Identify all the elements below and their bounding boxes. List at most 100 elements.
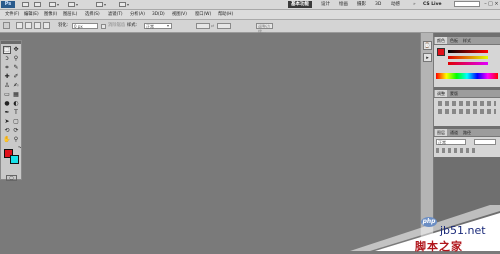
search-input[interactable] xyxy=(454,1,480,7)
subtract-selection-icon[interactable] xyxy=(34,22,41,29)
tab-swatches[interactable]: 色板 xyxy=(448,37,460,44)
adjustments-panel-body xyxy=(434,98,500,126)
blur-icon[interactable]: ● xyxy=(3,100,11,108)
maximize-icon[interactable]: □ xyxy=(488,1,493,7)
menu-analysis[interactable]: 分析(A) xyxy=(130,11,145,18)
path-selection-icon[interactable]: ➤ xyxy=(3,118,11,126)
photoshop-logo: Ps xyxy=(1,1,15,8)
workspace-design[interactable]: 设计 xyxy=(318,1,333,8)
menu-filter[interactable]: 滤镜(T) xyxy=(108,11,123,18)
hand-icon[interactable]: ✋ xyxy=(3,136,11,144)
crop-icon[interactable]: ⌗ xyxy=(3,64,11,72)
antialias-label: 消除锯齿 xyxy=(108,23,126,28)
blue-slider[interactable] xyxy=(448,62,488,65)
blend-mode-select[interactable]: 正常 xyxy=(436,139,466,145)
history-panel-icon[interactable]: ⌚ xyxy=(423,41,432,50)
chevron-down-icon[interactable]: ▾ xyxy=(104,2,106,7)
options-bar: 羽化: 0 px 消除锯齿 样式: 正常 ▾ ⇄ 调整边缘... xyxy=(0,20,500,34)
move-icon[interactable]: ✥ xyxy=(12,46,20,54)
menu-help[interactable]: 帮助(H) xyxy=(218,11,233,18)
zoom-level-icon[interactable] xyxy=(68,2,75,7)
pen-icon[interactable]: ✒ xyxy=(3,109,11,117)
workspace-more-icon[interactable]: » xyxy=(410,1,419,8)
tab-paths[interactable]: 路径 xyxy=(461,129,473,136)
view-extras-icon[interactable] xyxy=(49,2,56,7)
lock-icons-row[interactable] xyxy=(436,148,476,153)
menu-edit[interactable]: 编辑(E) xyxy=(24,11,39,18)
watermark-site: jb51.net xyxy=(440,224,486,237)
antialias-checkbox[interactable] xyxy=(101,24,106,29)
eraser-icon[interactable]: ▭ xyxy=(3,91,11,99)
color-fg-swatch[interactable] xyxy=(437,48,445,56)
clone-stamp-icon[interactable]: ♙ xyxy=(3,82,11,90)
style-label: 样式: xyxy=(127,23,138,28)
application-bar: Ps ▾ ▾ ▾ ▾ 基本功能 设计 绘画 摄影 3D 动感 » CS Live… xyxy=(0,0,500,10)
close-icon[interactable]: × xyxy=(494,1,499,7)
workspace-photography[interactable]: 摄影 xyxy=(354,1,369,8)
quick-mask-icon[interactable]: ◯ xyxy=(6,175,17,181)
tab-channels[interactable]: 通道 xyxy=(448,129,460,136)
panel-grip[interactable] xyxy=(1,41,21,44)
dodge-icon[interactable]: ◐ xyxy=(12,100,20,108)
arrange-documents-icon[interactable] xyxy=(96,2,103,7)
color-panel-body xyxy=(434,45,500,87)
opacity-field[interactable] xyxy=(474,139,496,145)
menu-3d[interactable]: 3D(D) xyxy=(152,11,165,18)
screen-mode-icon[interactable] xyxy=(119,2,126,7)
menu-file[interactable]: 文件(F) xyxy=(5,11,19,18)
swap-icon: ⇄ xyxy=(211,23,215,28)
lasso-icon[interactable]: ↄ xyxy=(3,55,11,63)
chevron-down-icon[interactable]: ▾ xyxy=(167,23,169,28)
layers-panel-header: 图层 通道 路径 xyxy=(434,129,500,137)
3d-camera-icon[interactable]: ⟳ xyxy=(12,127,20,135)
workspace-3d[interactable]: 3D xyxy=(372,1,384,8)
feather-input[interactable]: 0 px xyxy=(72,23,98,29)
workspace-painting[interactable]: 绘画 xyxy=(336,1,351,8)
zoom-icon[interactable]: ⚲ xyxy=(12,136,20,144)
3d-rotate-icon[interactable]: ⟲ xyxy=(3,127,11,135)
intersect-selection-icon[interactable] xyxy=(43,22,50,29)
eyedropper-icon[interactable]: ✎ xyxy=(12,64,20,72)
shape-icon[interactable]: ▢ xyxy=(12,118,20,126)
adjustment-icons-row[interactable] xyxy=(438,101,496,106)
history-brush-icon[interactable]: ✍ xyxy=(12,82,20,90)
brush-icon[interactable]: ✐ xyxy=(12,73,20,81)
add-selection-icon[interactable] xyxy=(25,22,32,29)
chevron-down-icon[interactable]: ▾ xyxy=(57,2,59,7)
chevron-down-icon[interactable]: ▾ xyxy=(127,2,129,7)
swap-colors-icon[interactable]: ↷ xyxy=(17,145,22,150)
rect-marquee-icon[interactable]: ⬚ xyxy=(3,46,11,54)
workspace-motion[interactable]: 动感 xyxy=(388,1,403,8)
green-slider[interactable] xyxy=(448,56,488,59)
background-color-swatch[interactable] xyxy=(10,155,19,164)
magic-wand-icon[interactable]: ⚲ xyxy=(12,55,20,63)
gradient-icon[interactable]: ▦ xyxy=(12,91,20,99)
actions-panel-icon[interactable]: ▸ xyxy=(423,53,432,62)
refine-edge-button[interactable]: 调整边缘... xyxy=(256,23,273,34)
cs-live-button[interactable]: CS Live xyxy=(420,1,445,8)
adjustment-icons-row[interactable] xyxy=(438,109,496,114)
red-slider[interactable] xyxy=(448,50,488,53)
menu-image[interactable]: 图像(I) xyxy=(44,11,57,18)
tab-masks[interactable]: 蒙版 xyxy=(448,90,460,97)
workspace-essentials[interactable]: 基本功能 xyxy=(288,1,312,8)
menu-window[interactable]: 窗口(W) xyxy=(195,11,211,18)
tool-preset-icon[interactable] xyxy=(3,22,10,29)
tab-styles[interactable]: 样式 xyxy=(461,37,473,44)
menu-layer[interactable]: 图层(L) xyxy=(63,11,77,18)
chevron-down-icon[interactable]: ▾ xyxy=(76,2,78,7)
color-ramp[interactable] xyxy=(436,73,498,79)
height-input xyxy=(217,23,231,29)
new-selection-icon[interactable] xyxy=(16,22,23,29)
tab-adjustments[interactable]: 调整 xyxy=(435,90,447,97)
adjustments-panel-header: 调整 蒙版 xyxy=(434,90,500,98)
menu-select[interactable]: 选择(S) xyxy=(85,11,100,18)
healing-brush-icon[interactable]: ✚ xyxy=(3,73,11,81)
type-icon[interactable]: T xyxy=(12,109,20,117)
menu-view[interactable]: 视图(V) xyxy=(172,11,187,18)
tab-layers[interactable]: 图层 xyxy=(435,129,447,136)
bridge-icon[interactable] xyxy=(22,2,29,7)
minibridge-icon[interactable] xyxy=(34,2,41,7)
php-logo: php xyxy=(421,217,437,227)
tab-color[interactable]: 颜色 xyxy=(435,37,447,44)
